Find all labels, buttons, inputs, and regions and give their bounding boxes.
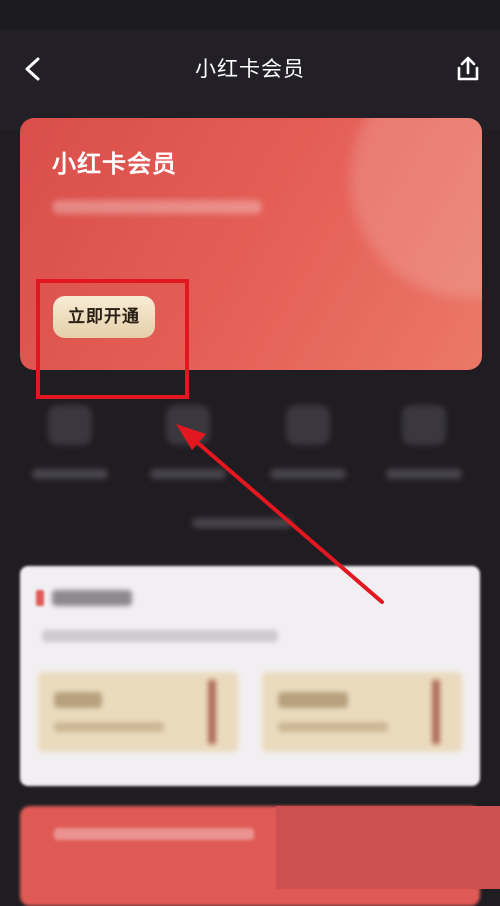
coupon-divider [208, 680, 216, 744]
annotation-highlight-box [36, 279, 189, 399]
card-title: 小红卡会员 [52, 150, 177, 178]
panel-description [42, 630, 278, 642]
benefit-label [32, 469, 108, 479]
status-bar [0, 0, 500, 30]
coupon-panel [20, 566, 480, 786]
page-title: 小红卡会员 [195, 57, 305, 81]
coupon-text [54, 722, 164, 732]
view-all-benefits-link[interactable] [192, 518, 292, 528]
benefit-icon [402, 405, 446, 445]
coupon-amount [54, 692, 102, 708]
card-subtitle [52, 200, 262, 214]
coupon-divider [432, 680, 440, 744]
benefit-icon [166, 405, 210, 445]
coupon-amount [278, 692, 348, 708]
promo-card-corner [276, 806, 500, 889]
share-icon [457, 56, 479, 81]
coupon-card[interactable] [262, 672, 462, 752]
coupon-card[interactable] [38, 672, 238, 752]
benefit-icon [48, 405, 92, 445]
benefit-label [150, 469, 226, 479]
benefit-label [386, 469, 462, 479]
benefit-item[interactable] [260, 405, 356, 479]
benefit-icon [286, 405, 330, 445]
promo-text [54, 828, 254, 840]
panel-marker [36, 590, 44, 606]
benefit-label [270, 469, 346, 479]
coupon-text [278, 722, 388, 732]
card-glow [350, 118, 482, 298]
panel-heading [52, 590, 132, 606]
share-button[interactable] [452, 52, 484, 86]
benefit-item[interactable] [140, 405, 236, 479]
benefit-item[interactable] [22, 405, 118, 479]
benefit-item[interactable] [376, 405, 472, 479]
